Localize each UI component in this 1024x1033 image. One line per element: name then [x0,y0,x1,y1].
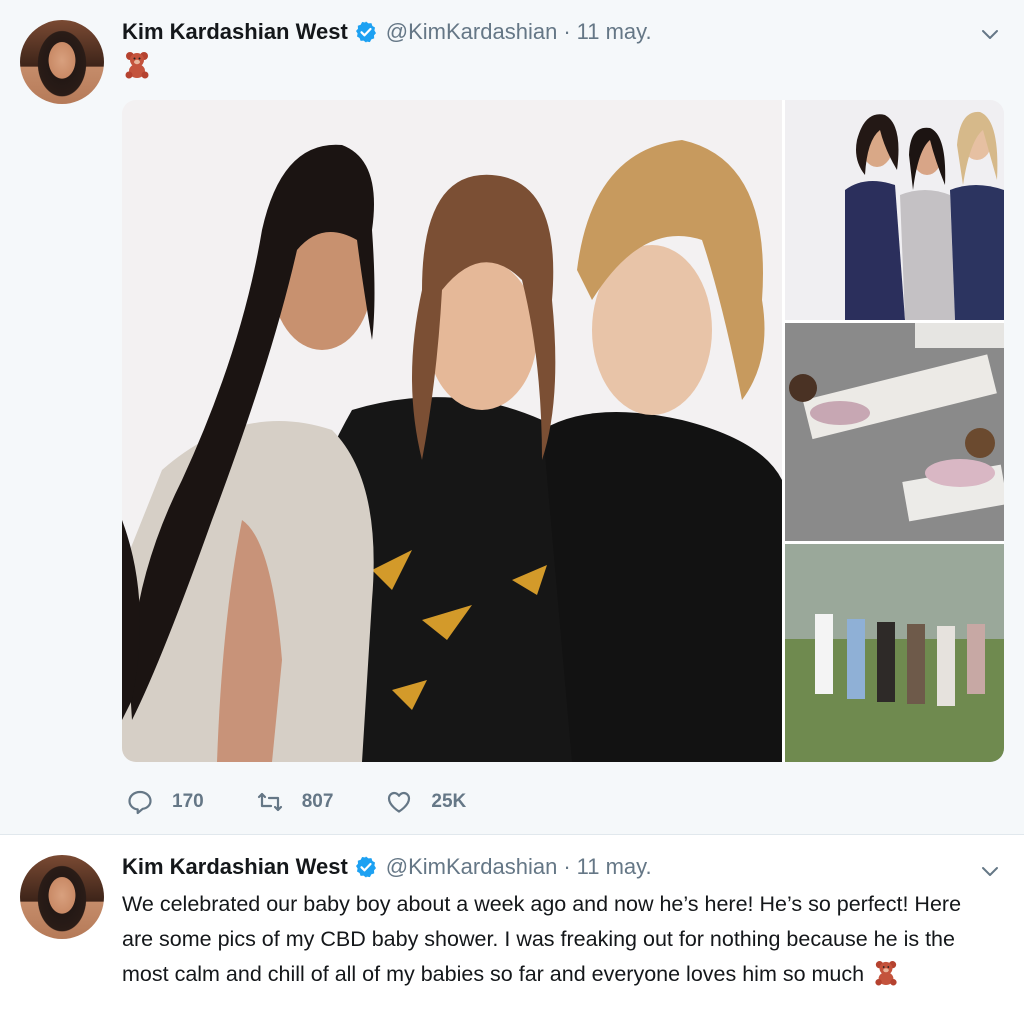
separator-dot: · [563,19,571,44]
verified-badge-icon [355,856,376,878]
retweet-button[interactable]: 807 [256,788,334,816]
heart-icon [388,791,411,813]
avatar[interactable] [20,20,104,104]
photo-three-women[interactable] [122,100,782,762]
photo-three-women-illustration [122,100,782,762]
tweet-header: Kim Kardashian West @KimKardashian · 11 … [122,17,652,47]
like-count: 25K [431,791,467,812]
photo-group-walking-outdoors[interactable] [785,544,1004,762]
photo-kids-on-mats[interactable] [785,323,1004,541]
author-handle[interactable]: @KimKardashian [386,854,558,880]
teddy-bear-emoji-icon [875,961,897,986]
teddy-bear-emoji-icon [125,52,149,79]
chevron-down-icon[interactable] [978,22,1002,46]
photo-three-women-posing-illustration [785,100,1004,320]
retweet-icon [257,792,282,812]
reply-button[interactable]: 170 [126,788,204,816]
tweet-1[interactable]: Kim Kardashian West @KimKardashian · 11 … [0,0,1024,834]
tweet-header: Kim Kardashian West @KimKardashian · 11 … [122,852,652,882]
chevron-down-icon[interactable] [978,859,1002,883]
tweet-date[interactable]: 11 may. [577,19,652,45]
author-name[interactable]: Kim Kardashian West [122,19,348,45]
tweet-actions: 170 807 25K [126,786,518,818]
photo-group-walking-outdoors-illustration [785,544,1004,762]
reply-icon [128,790,152,815]
tweet-2[interactable]: Kim Kardashian West @KimKardashian · 11 … [0,835,1024,1033]
author-handle[interactable]: @KimKardashian [386,19,558,45]
tweet-date[interactable]: 11 may. [577,854,652,880]
avatar[interactable] [20,855,104,939]
tweet-text-container: We celebrated our baby boy about a week … [122,887,982,992]
retweet-count: 807 [301,791,334,812]
photo-three-women-posing[interactable] [785,100,1004,320]
media-grid [122,100,1004,762]
tweet-text: We celebrated our baby boy about a week … [122,892,962,986]
reply-count: 170 [172,791,204,812]
separator-dot: · [563,854,571,879]
like-button[interactable]: 25K [385,788,466,816]
verified-badge-icon [355,21,376,43]
photo-kids-on-mats-illustration [785,323,1004,541]
author-name[interactable]: Kim Kardashian West [122,854,348,880]
